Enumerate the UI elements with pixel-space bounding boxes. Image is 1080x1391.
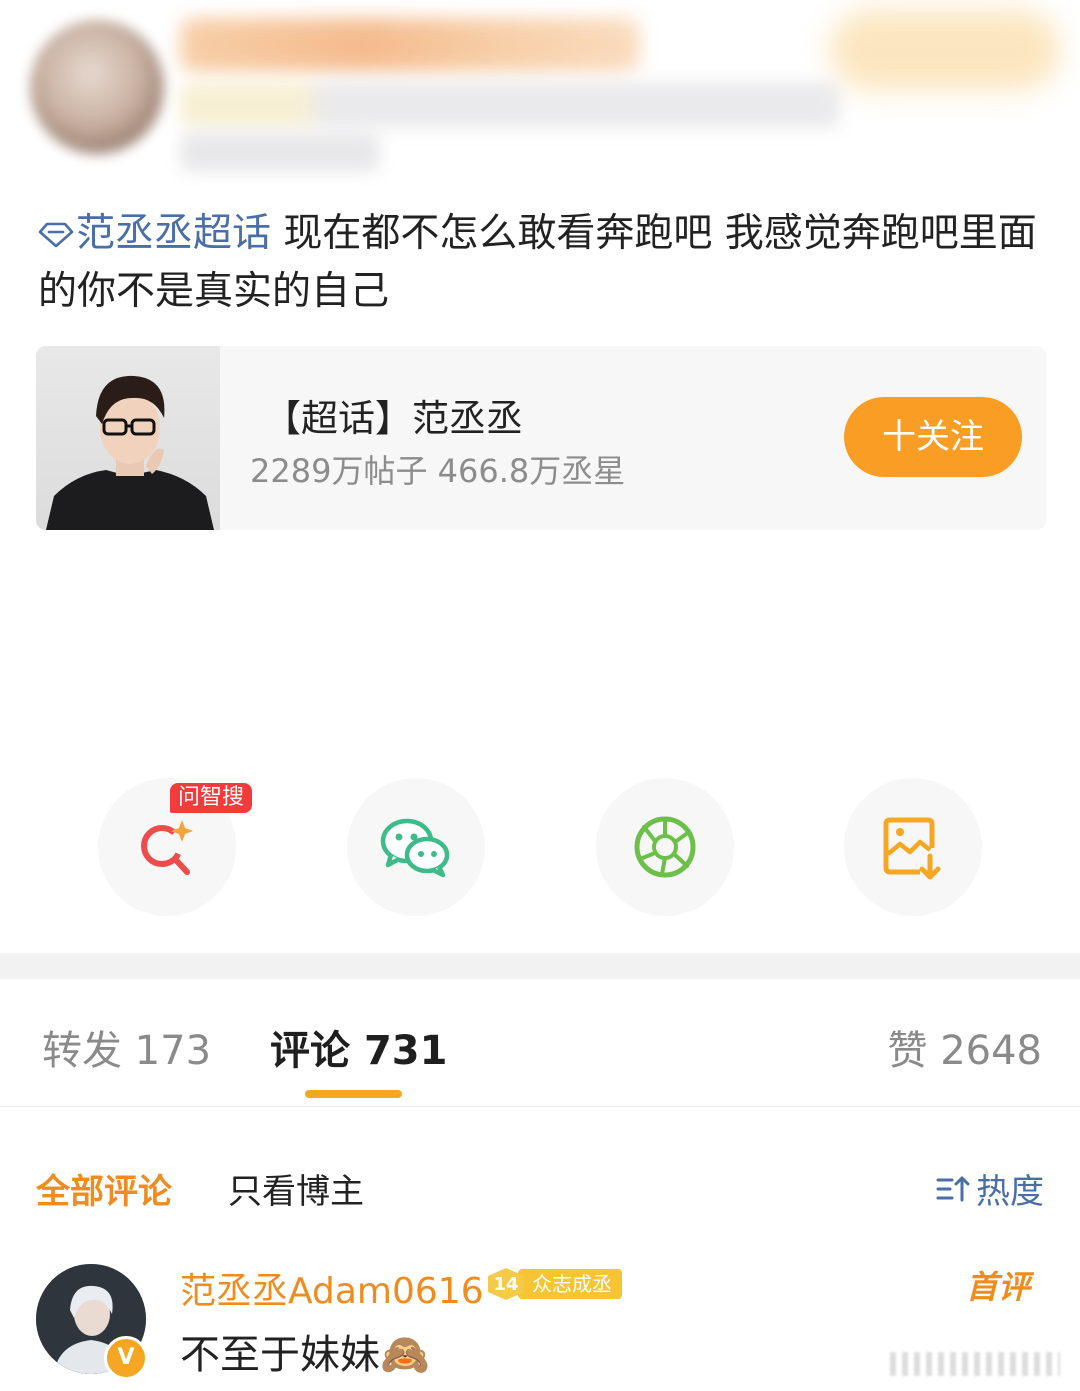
post-text: 范丞丞超话 现在都不怎么敢看奔跑吧 我感觉奔跑吧里面的你不是真实的自己 <box>38 205 1048 321</box>
save-image-button[interactable] <box>844 778 982 916</box>
first-comment-tag: 首评 <box>966 1268 1031 1306</box>
author-badge-blurred[interactable] <box>830 10 1060 90</box>
comment-username[interactable]: 范丞丞Adam0616 <box>180 1262 484 1314</box>
filter-host-only[interactable]: 只看博主 <box>228 1164 364 1213</box>
share-wechat-button[interactable] <box>347 778 485 916</box>
tab-likes[interactable]: 赞 2648 <box>887 1018 1042 1076</box>
wechat-icon <box>380 818 450 878</box>
tab-comments[interactable]: 评论 731 <box>270 1018 447 1076</box>
comment-text: 不至于妹妹🙈 <box>180 1332 430 1378</box>
fan-group-label: 众志成丞 <box>518 1269 622 1299</box>
sort-icon <box>936 1176 970 1201</box>
tab-likes-label: 赞 <box>887 1028 928 1074</box>
supertopic-stats: 2289万帖子 466.8万丞星 <box>250 452 626 490</box>
tab-reposts-label: 转发 <box>42 1028 122 1074</box>
tab-comments-label: 评论 <box>270 1028 350 1074</box>
share-moments-button[interactable] <box>596 778 734 916</box>
filter-all-comments[interactable]: 全部评论 <box>36 1164 172 1213</box>
ai-search-tag: 问智搜 <box>170 783 253 813</box>
post-meta-blurred-2 <box>180 132 380 172</box>
supertopic-link[interactable]: 范丞丞超话 <box>38 211 271 256</box>
sort-label: 热度 <box>976 1172 1044 1212</box>
tab-likes-count: 2648 <box>940 1028 1042 1074</box>
watermark <box>890 1352 1060 1376</box>
diamond-icon <box>38 222 74 248</box>
tab-reposts[interactable]: 转发 173 <box>42 1018 211 1076</box>
tab-comments-count: 731 <box>363 1028 448 1074</box>
author-avatar-blurred[interactable] <box>30 20 164 154</box>
follow-button[interactable]: 十关注 <box>844 397 1022 477</box>
fan-badge[interactable]: 14 众志成丞 <box>488 1268 622 1300</box>
supertopic-name[interactable]: 范丞丞超话 <box>76 211 271 256</box>
moments-icon <box>634 816 696 878</box>
supertopic-card[interactable]: 【超话】范丞丞 2289万帖子 466.8万丞星 十关注 <box>36 346 1046 530</box>
sort-by-heat-button[interactable]: 热度 <box>936 1164 1044 1213</box>
tab-divider <box>0 1106 1080 1107</box>
ai-search-icon <box>141 820 193 875</box>
tab-reposts-count: 173 <box>134 1028 212 1074</box>
section-divider <box>0 953 1080 979</box>
supertopic-photo <box>36 346 220 530</box>
post-meta-blurred <box>180 82 840 128</box>
person-illustration <box>46 375 214 530</box>
author-name-blurred[interactable] <box>180 18 640 72</box>
verified-badge: V <box>104 1336 148 1380</box>
supertopic-title: 【超话】范丞丞 <box>264 397 523 440</box>
save-image-icon <box>883 817 941 880</box>
active-tab-indicator <box>305 1090 402 1098</box>
